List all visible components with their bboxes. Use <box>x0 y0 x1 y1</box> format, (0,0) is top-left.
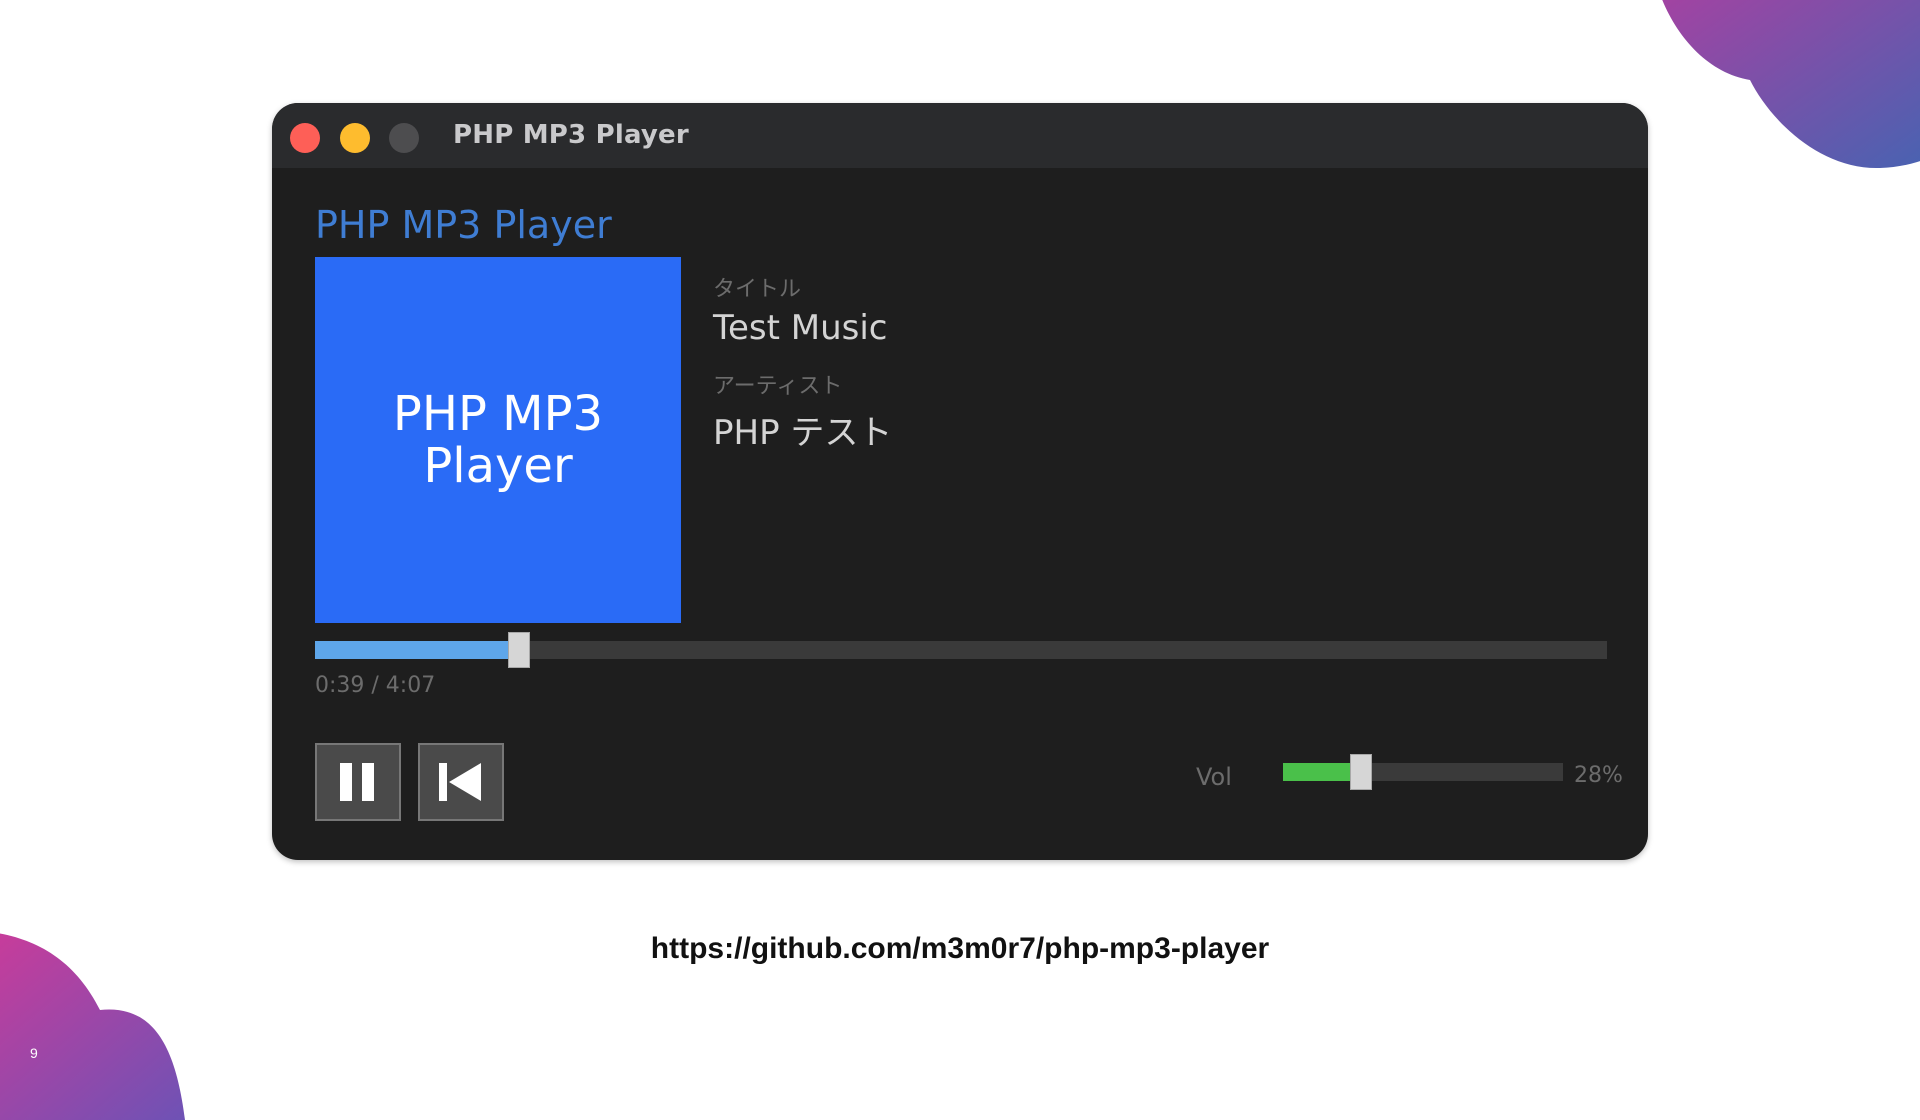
github-url: https://github.com/m3m0r7/php-mp3-player <box>650 932 1270 965</box>
artist-label: アーティスト <box>713 374 843 399</box>
volume-slider-thumb[interactable] <box>1350 754 1373 790</box>
volume-percent: 28% <box>1574 763 1623 788</box>
zoom-window-button[interactable] <box>389 123 419 153</box>
album-cover-text: PHP MP3 Player <box>392 386 604 494</box>
player-window: PHP MP3 Player PHP MP3 Player PHP MP3 Pl… <box>272 103 1648 860</box>
playback-time: 0:39 / 4:07 <box>315 673 436 698</box>
window-titlebar[interactable]: PHP MP3 Player <box>272 103 1648 168</box>
close-window-button[interactable] <box>290 123 320 153</box>
skip-previous-icon <box>439 763 481 801</box>
window-title: PHP MP3 Player <box>453 120 689 150</box>
pause-icon <box>340 763 374 801</box>
app-heading: PHP MP3 Player <box>315 203 612 247</box>
pause-button[interactable] <box>315 743 401 821</box>
skip-previous-button[interactable] <box>418 743 504 821</box>
seek-bar-thumb[interactable] <box>508 632 531 668</box>
title-label: タイトル <box>713 277 802 302</box>
minimize-window-button[interactable] <box>340 123 370 153</box>
track-title: Test Music <box>713 308 888 348</box>
track-artist: PHP テスト <box>713 413 893 453</box>
album-cover: PHP MP3 Player <box>315 257 681 623</box>
decorative-gradient-blob-top-right <box>1662 0 1920 169</box>
slide-page-number: 9 <box>30 1045 38 1061</box>
volume-slider[interactable] <box>1283 754 1563 790</box>
seek-bar-fill <box>315 641 520 659</box>
volume-label: Vol <box>1196 763 1232 791</box>
seek-bar[interactable] <box>315 632 1607 668</box>
